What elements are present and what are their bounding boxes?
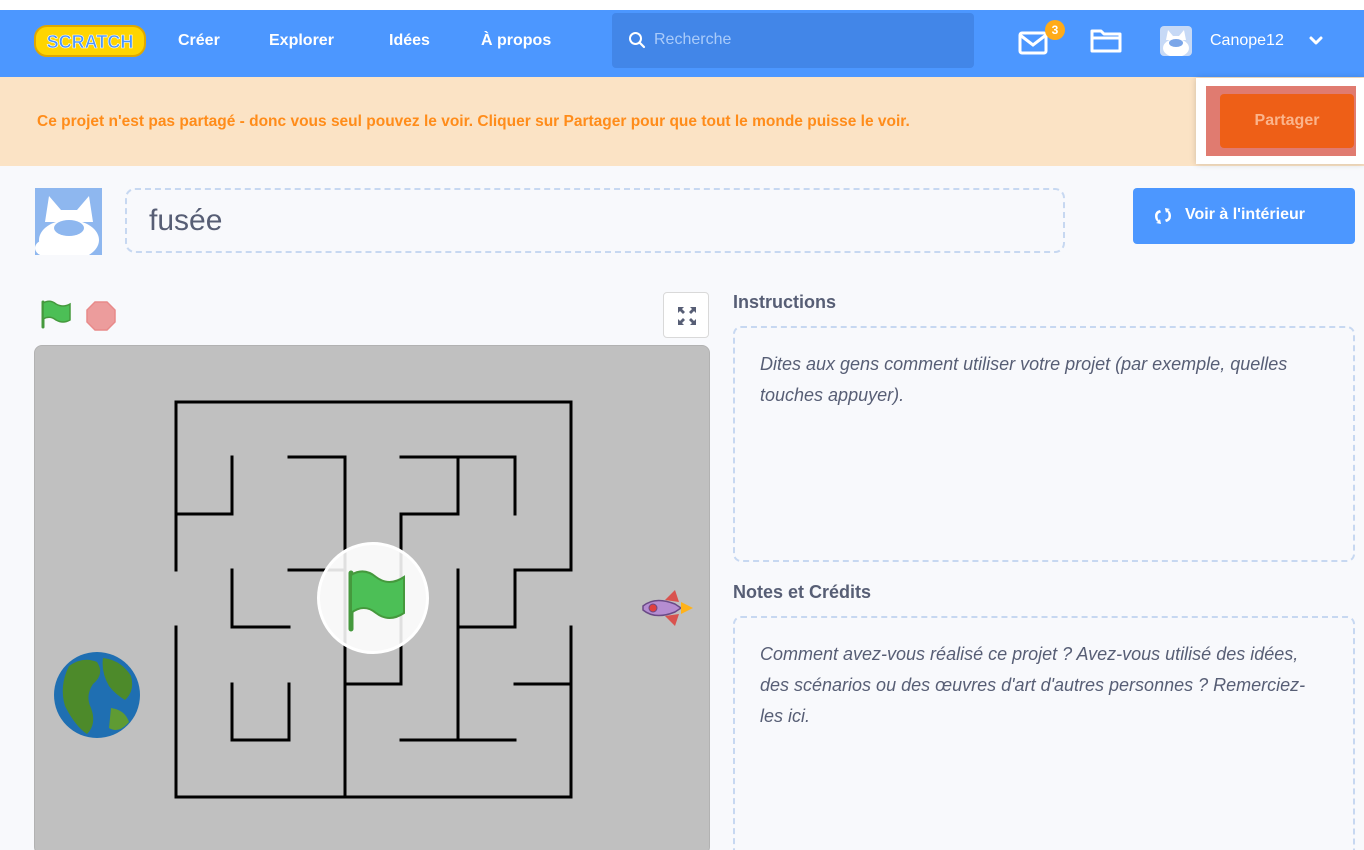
- logo-text: SCRATCH: [47, 32, 134, 52]
- user-avatar: [1160, 26, 1192, 56]
- see-inside-button[interactable]: Voir à l'intérieur: [1133, 188, 1355, 244]
- project-owner-avatar: [35, 188, 102, 255]
- notes-credits-placeholder: Comment avez-vous réalisé ce projet ? Av…: [760, 644, 1306, 726]
- my-stuff-button[interactable]: [1089, 25, 1123, 55]
- stop-icon: [86, 301, 116, 331]
- search-input[interactable]: [654, 27, 954, 53]
- fullscreen-button[interactable]: [663, 292, 709, 338]
- window-top-strip: [0, 0, 1364, 10]
- messages-count-badge: 3: [1045, 20, 1065, 40]
- nav-link-about[interactable]: À propos: [481, 31, 551, 51]
- share-button-container: Partager: [1196, 78, 1364, 164]
- search-box[interactable]: [612, 13, 974, 68]
- project-title-input[interactable]: [149, 202, 1029, 240]
- scratch-logo[interactable]: SCRATCH: [34, 24, 146, 58]
- notes-credits-heading: Notes et Crédits: [733, 582, 872, 602]
- chevron-down-icon: [1309, 36, 1323, 45]
- large-green-flag-icon: [348, 570, 405, 632]
- nav-bar: SCRATCH Créer Explorer Idées À propos 3: [0, 10, 1364, 77]
- project-title-field[interactable]: [125, 188, 1065, 253]
- user-menu[interactable]: Canope12: [1160, 23, 1350, 59]
- messages-button[interactable]: 3: [1017, 20, 1069, 60]
- nav-link-ideas[interactable]: Idées: [389, 31, 430, 51]
- nav-link-create[interactable]: Créer: [178, 31, 220, 51]
- search-icon: [629, 32, 646, 49]
- instructions-placeholder: Dites aux gens comment utiliser votre pr…: [760, 354, 1288, 405]
- project-stage[interactable]: [34, 345, 710, 850]
- green-flag-icon: [41, 300, 71, 329]
- play-overlay-button[interactable]: [317, 542, 429, 654]
- nav-link-explore[interactable]: Explorer: [269, 31, 334, 51]
- username: Canope12: [1210, 32, 1284, 49]
- fullscreen-icon: [678, 307, 696, 325]
- see-inside-label: Voir à l'intérieur: [1185, 206, 1305, 223]
- notes-credits-field[interactable]: Comment avez-vous réalisé ce projet ? Av…: [733, 616, 1355, 850]
- green-flag-button[interactable]: [38, 298, 74, 330]
- earth-sprite: [54, 652, 140, 738]
- top-navigation: SCRATCH Créer Explorer Idées À propos 3: [0, 0, 1364, 77]
- see-inside-icon: [1155, 208, 1171, 224]
- not-shared-message: Ce projet n'est pas partagé - donc vous …: [37, 113, 910, 130]
- share-button[interactable]: Partager: [1220, 94, 1354, 148]
- rocket-sprite: [642, 590, 693, 626]
- instructions-heading: Instructions: [733, 292, 837, 312]
- folder-icon: [1090, 29, 1122, 53]
- not-shared-banner: Ce projet n'est pas partagé - donc vous …: [0, 77, 1364, 166]
- stop-button[interactable]: [85, 300, 117, 332]
- instructions-field[interactable]: Dites aux gens comment utiliser votre pr…: [733, 326, 1355, 562]
